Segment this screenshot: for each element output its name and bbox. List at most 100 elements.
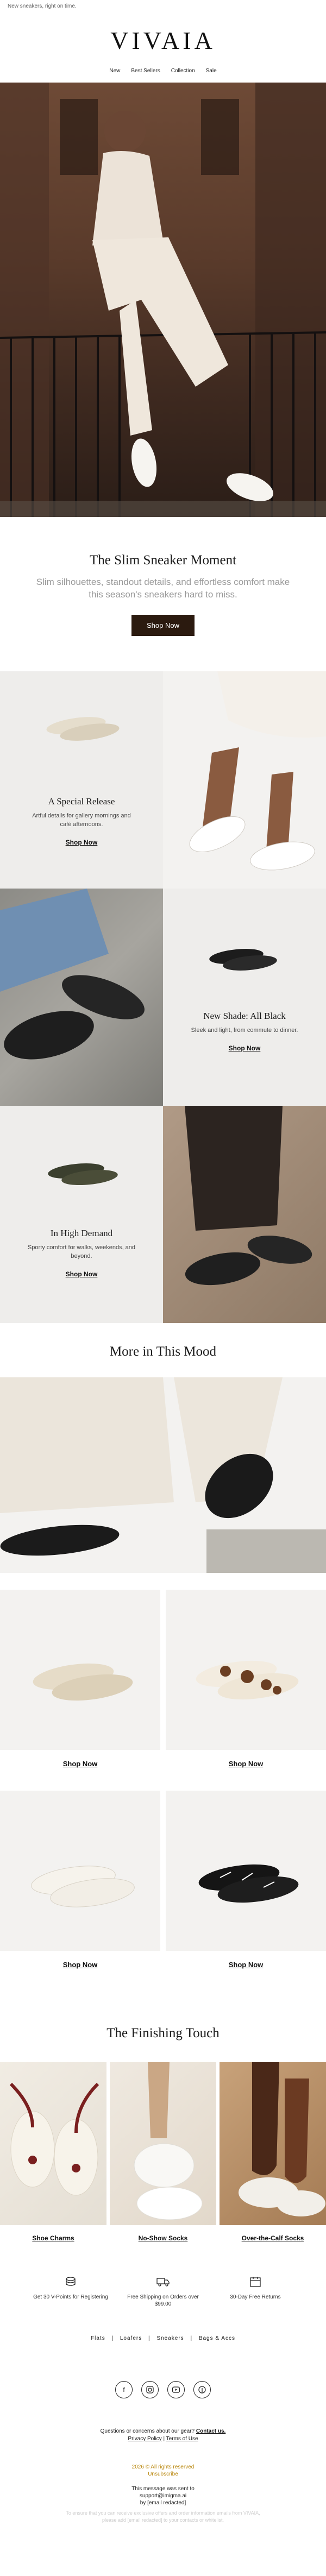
coin-stack-icon [66,2277,76,2286]
finishing-3-link[interactable]: Over-the-Calf Socks [242,2234,304,2242]
finishing-3-image[interactable] [220,2062,326,2225]
intro-shop-now-button[interactable]: Shop Now [131,615,195,636]
feature-1-title: A Special Release [48,796,115,807]
feature-3-desc: Sporty comfort for walks, weekends, and … [27,1244,136,1259]
feature-2-desc: Sleek and light, from commute to dinner. [191,1027,298,1034]
finishing-2-label-wrap: No-Show Socks [110,2233,216,2243]
finishing-2-image[interactable] [110,2062,216,2225]
product-2-illustration [196,1660,299,1700]
feature-2-lifestyle-image[interactable] [0,889,163,1106]
nav-new[interactable]: New [109,68,120,74]
footer-nav: Flats | Loafers | Sneakers | Bags & Accs [0,2335,326,2341]
policy-line: Privacy Policy | Terms of Use [0,2435,326,2443]
product-4-shop-now-link[interactable]: Shop Now [166,1961,326,1969]
contact-us-link[interactable]: Contact us. [196,2428,225,2434]
unsubscribe-link[interactable]: Unsubscribe [148,2471,178,2477]
finishing-title: The Finishing Touch [106,2026,220,2040]
feature-3-product-image[interactable] [0,1106,163,1323]
product-2-shop-now-link[interactable]: Shop Now [166,1760,326,1768]
perk-vpoints-text: Get 30 V-Points for Registering [33,2294,108,2300]
perk-returns-text: 30-Day Free Returns [230,2294,281,2300]
feature-3-title: In High Demand [50,1228,113,1238]
feature-2-lifestyle-illustration [0,889,145,1060]
privacy-policy-link[interactable]: Privacy Policy [128,2436,161,2442]
sent-to-line-2: support@imigma.ai [139,2493,187,2499]
finishing-2-link[interactable]: No-Show Socks [139,2234,188,2242]
feature-1-desc: Artful details for gallery mornings and … [32,813,131,828]
feature-3-lifestyle-illustration [185,1106,312,1286]
terms-of-use-link[interactable]: Terms of Use [166,2436,198,2442]
nav-collection[interactable]: Collection [171,68,195,74]
perk-shipping: Free Shipping on Orders over $99.00 [125,2276,201,2308]
footer-nav-bags[interactable]: Bags & Accs [199,2335,235,2341]
finishing-1-link[interactable]: Shoe Charms [32,2234,74,2242]
feature-tile-3: In High Demand Sporty comfort for walks,… [0,1106,163,1323]
calendar-icon [250,2277,261,2287]
facebook-icon[interactable]: f [115,2381,133,2398]
feature-1-lifestyle-image[interactable] [163,671,326,889]
footer-nav-divider: | [190,2335,193,2341]
legal-block: 2026 © All rights reserved Unsubscribe T… [0,2464,326,2524]
finishing-1-image[interactable] [0,2062,106,2225]
instagram-icon[interactable] [141,2381,159,2398]
mood-title: More in This Mood [109,1344,217,1359]
feature-1-text: A Special Release Artful details for gal… [0,796,163,847]
product-1-illustration [33,1663,133,1701]
perk-shipping-text: Free Shipping on Orders over $99.00 [127,2294,199,2307]
product-1-shop-now-link[interactable]: Shop Now [0,1760,160,1768]
fine-print-2: please add [email redacted] to your cont… [102,2517,224,2523]
finishing-1-illustration [9,2082,99,2196]
sent-to-line-1: This message was sent to [131,2486,195,2492]
feature-2-shop-now-link[interactable]: Shop Now [229,1044,261,1052]
copyright-text: 2026 © All rights reserved [131,2464,195,2470]
footer-nav-flats[interactable]: Flats [91,2335,105,2341]
footer-nav-divider: | [111,2335,114,2341]
feature-3-lifestyle-image[interactable] [163,1106,326,1323]
nav-best-sellers[interactable]: Best Sellers [131,68,160,74]
feature-tile-1: A Special Release Artful details for gal… [0,671,163,889]
fine-print-1: To ensure that you can receive exclusive… [66,2510,260,2516]
contact-block: Questions or concerns about our gear? Co… [0,2428,326,2443]
perks-row: Get 30 V-Points for Registering Free Shi… [33,2276,293,2308]
feature-3-text: In High Demand Sporty comfort for walks,… [0,1228,163,1279]
footer-nav-sneakers[interactable]: Sneakers [156,2335,184,2341]
feature-2-product-image[interactable] [163,889,326,1106]
feature-2-title: New Shade: All Black [203,1011,286,1021]
nav-sale[interactable]: Sale [206,68,217,74]
feature-3-shop-now-link[interactable]: Shop Now [66,1270,98,1278]
brand-logo[interactable]: VIVAIA [0,26,326,55]
social-row: f [0,2381,326,2398]
product-1-image[interactable] [0,1590,160,1750]
policy-separator: | [163,2436,165,2442]
pinterest-icon[interactable] [193,2381,211,2398]
mood-illustration [0,1377,326,1573]
product-3-image[interactable] [0,1791,160,1951]
feature-1-lifestyle-illustration [189,671,326,871]
feature-1-product-image[interactable] [0,671,163,889]
hero-image[interactable] [0,83,326,517]
finishing-1-label-wrap: Shoe Charms [0,2233,106,2243]
contact-line: Questions or concerns about our gear? Co… [0,2428,326,2435]
hero-illustration [0,83,326,517]
truck-icon [156,2278,170,2287]
finishing-2-illustration [134,2062,203,2220]
product-2-image[interactable] [166,1590,326,1750]
finishing-3-label-wrap: Over-the-Calf Socks [220,2233,326,2243]
preheader-text: New sneakers, right on time. [8,3,77,9]
perk-vpoints: Get 30 V-Points for Registering [33,2276,109,2308]
intro-title: The Slim Sneaker Moment [89,553,237,568]
feature-1-shop-now-link[interactable]: Shop Now [66,839,98,846]
product-4-image[interactable] [166,1791,326,1951]
contact-question: Questions or concerns about our gear? [100,2428,195,2434]
youtube-icon[interactable] [167,2381,185,2398]
perk-returns: 30-Day Free Returns [217,2276,293,2308]
intro-body: Slim silhouettes, standout details, and … [36,577,290,600]
feature-tile-2: New Shade: All Black Sleek and light, fr… [163,889,326,1106]
footer-nav-loafers[interactable]: Loafers [120,2335,142,2341]
mood-lifestyle-image[interactable] [0,1377,326,1573]
feature-2-text: New Shade: All Black Sleek and light, fr… [163,1011,326,1053]
product-3-shop-now-link[interactable]: Shop Now [0,1961,160,1969]
top-nav: New Best Sellers Collection Sale [0,68,326,74]
product-4-illustration [198,1864,299,1903]
footer-nav-divider: | [148,2335,151,2341]
